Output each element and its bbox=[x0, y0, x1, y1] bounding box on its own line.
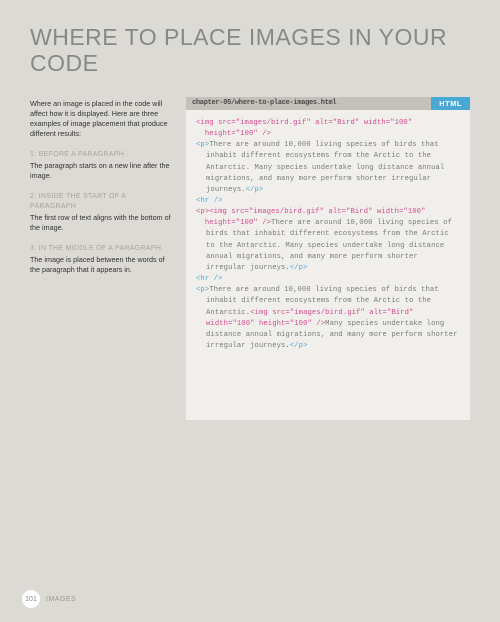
page-label: IMAGES bbox=[46, 596, 76, 603]
intro-text: Where an image is placed in the code wil… bbox=[30, 99, 172, 139]
code-tag: <p><img src="images/bird.gif" alt="Bird"… bbox=[196, 208, 426, 216]
code-tag: <hr /> bbox=[196, 275, 222, 283]
code-tag: </p> bbox=[290, 342, 308, 350]
section-desc: The first row of text aligns with the bo… bbox=[30, 213, 172, 233]
section-1: 1: BEFORE A PARAGRAPH The paragraph star… bbox=[30, 150, 172, 181]
code-tag: <p> bbox=[196, 286, 209, 294]
left-column: Where an image is placed in the code wil… bbox=[30, 99, 172, 420]
page-number: 101 bbox=[22, 590, 40, 608]
code-tag: <hr /> bbox=[196, 197, 222, 205]
section-heading: 3: IN THE MIDDLE OF A PARAGRAPH bbox=[30, 244, 172, 253]
code-tag: </p> bbox=[290, 264, 308, 272]
page-title: WHERE TO PLACE IMAGES IN YOUR CODE bbox=[0, 0, 500, 77]
code-tag: height="100" /> bbox=[196, 130, 271, 138]
section-heading: 1: BEFORE A PARAGRAPH bbox=[30, 150, 172, 159]
section-heading: 2: INSIDE THE START OF A PARAGRAPH bbox=[30, 192, 172, 210]
page-footer: 101 IMAGES bbox=[22, 590, 76, 608]
right-column: chapter-05/where-to-place-images.html HT… bbox=[186, 97, 470, 420]
code-tag: </p> bbox=[246, 186, 264, 194]
section-3: 3: IN THE MIDDLE OF A PARAGRAPH The imag… bbox=[30, 244, 172, 275]
content-area: Where an image is placed in the code wil… bbox=[0, 77, 500, 420]
code-text: There are around 10,000 living species o… bbox=[206, 141, 449, 194]
section-desc: The paragraph starts on a new line after… bbox=[30, 161, 172, 181]
file-path: chapter-05/where-to-place-images.html bbox=[186, 97, 431, 110]
code-tag: height="100" /> bbox=[196, 219, 271, 227]
file-header: chapter-05/where-to-place-images.html HT… bbox=[186, 97, 470, 110]
code-tag: <p> bbox=[196, 141, 209, 149]
file-tag: HTML bbox=[431, 97, 470, 110]
code-tag: <img src="images/bird.gif" alt="Bird" wi… bbox=[196, 119, 412, 127]
code-block: <img src="images/bird.gif" alt="Bird" wi… bbox=[186, 110, 470, 420]
section-desc: The image is placed between the words of… bbox=[30, 255, 172, 275]
section-2: 2: INSIDE THE START OF A PARAGRAPH The f… bbox=[30, 192, 172, 232]
